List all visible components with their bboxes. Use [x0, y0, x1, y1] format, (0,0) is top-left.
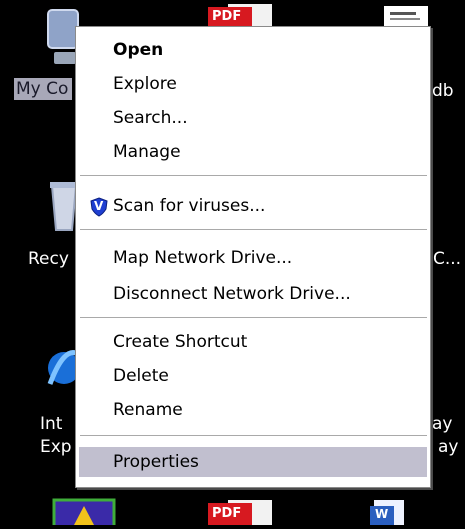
- my-computer-label[interactable]: My Co: [14, 78, 73, 100]
- internet-explorer-label-line2[interactable]: Exp: [40, 436, 72, 458]
- star-program-icon[interactable]: [52, 498, 116, 529]
- menu-item-delete[interactable]: Delete: [79, 361, 427, 391]
- menu-item-search[interactable]: Search...: [79, 103, 427, 133]
- menu-item-open-label: Open: [113, 40, 164, 60]
- desktop: My Co PDF db Recy C... Int Exp ay ay PDF…: [0, 0, 465, 529]
- menu-item-search-label: Search...: [113, 108, 188, 128]
- word-document-icon[interactable]: W: [368, 500, 408, 525]
- menu-item-disconnect-label: Disconnect Network Drive...: [113, 284, 351, 304]
- menu-separator-2: [80, 229, 427, 230]
- pdf-file-icon-bottom[interactable]: PDF: [208, 500, 272, 525]
- menu-item-rename-label: Rename: [113, 400, 183, 420]
- menu-item-scan-for-viruses[interactable]: V Scan for viruses...: [79, 191, 427, 221]
- right-icon-label-line1[interactable]: ay: [432, 413, 452, 435]
- menu-item-properties-label: Properties: [113, 452, 199, 472]
- internet-explorer-icon[interactable]: [44, 340, 80, 396]
- menu-item-explore[interactable]: Explore: [79, 69, 427, 99]
- menu-item-manage-label: Manage: [113, 142, 181, 162]
- menu-item-scan-label: Scan for viruses...: [113, 196, 266, 216]
- menu-item-disconnect-network-drive[interactable]: Disconnect Network Drive...: [79, 279, 427, 309]
- menu-item-map-network-drive[interactable]: Map Network Drive...: [79, 243, 427, 273]
- word-badge: W: [375, 507, 389, 521]
- menu-separator-1: [80, 175, 427, 176]
- menu-item-properties[interactable]: Properties: [79, 447, 427, 477]
- menu-item-open[interactable]: Open: [79, 35, 427, 65]
- menu-item-delete-label: Delete: [113, 366, 169, 386]
- menu-item-explore-label: Explore: [113, 74, 177, 94]
- right-icon-label-line2[interactable]: ay: [438, 436, 458, 458]
- internet-explorer-label-line1[interactable]: Int: [40, 413, 62, 435]
- pdf-badge-bottom: PDF: [212, 506, 242, 521]
- menu-item-create-shortcut[interactable]: Create Shortcut: [79, 327, 427, 357]
- menu-separator-4: [80, 435, 427, 436]
- recycle-bin-label[interactable]: Recy: [28, 248, 69, 270]
- pdf-badge: PDF: [212, 9, 242, 24]
- menu-item-rename[interactable]: Rename: [79, 395, 427, 425]
- context-menu: Open Explore Search... Manage V Scan for…: [75, 26, 431, 488]
- menu-separator-3: [80, 317, 427, 318]
- right-icon-label[interactable]: C...: [433, 248, 461, 270]
- menu-item-create-shortcut-label: Create Shortcut: [113, 332, 248, 352]
- antivirus-shield-icon: V: [89, 197, 109, 217]
- menu-item-map-label: Map Network Drive...: [113, 248, 293, 268]
- db-file-label[interactable]: db: [432, 80, 454, 102]
- shield-letter: V: [94, 199, 104, 213]
- menu-item-manage[interactable]: Manage: [79, 137, 427, 167]
